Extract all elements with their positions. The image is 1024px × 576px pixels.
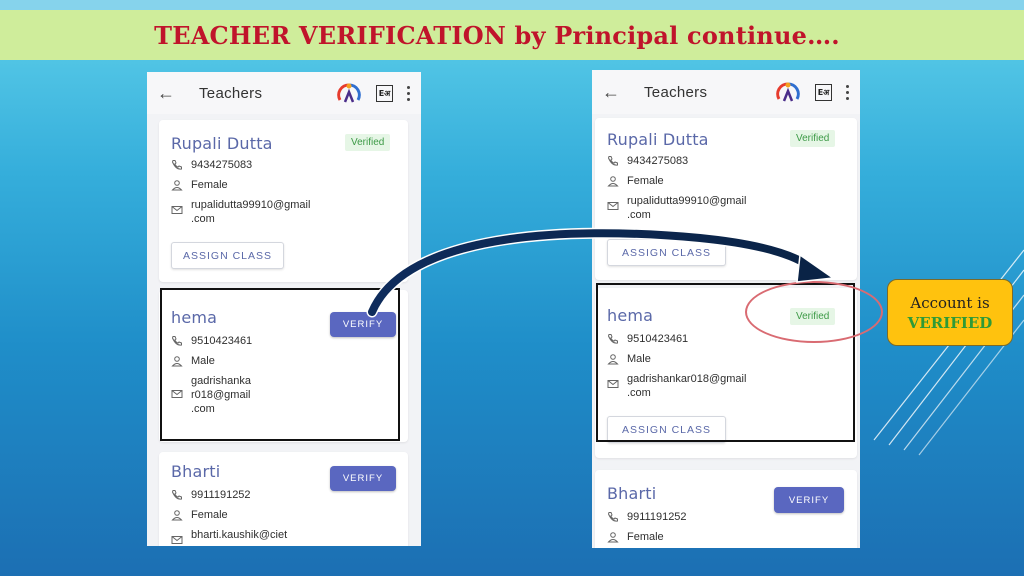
gender: Female [191,179,228,191]
phone-number: 9911191252 [191,489,251,501]
mail-icon [171,206,183,214]
phone-icon [171,490,182,500]
teacher-name: Rupali Dutta [171,134,273,153]
email-row: bharti.kaushik@ciet [171,528,287,546]
gender-row: Female [607,174,664,188]
person-icon [171,510,183,521]
assign-class-button[interactable]: ASSIGN CLASS [607,239,726,266]
verified-badge: Verified [790,130,836,147]
phone-number: 9911191252 [627,511,687,523]
person-icon [607,532,619,543]
app-bar: ← Teachers Eअ [592,70,860,114]
top-strip [0,0,1024,10]
teacher-card: Bharti VERIFY 9911191252 Female bharti.k… [159,452,408,546]
phone-icon [607,156,618,166]
decorative-lines [873,249,1024,456]
phone-row: 9434275083 [607,154,688,168]
callout-line1: Account is [910,293,990,312]
phone-row: 9911191252 [607,510,687,524]
more-options-icon[interactable] [842,84,852,100]
slide-banner: TEACHER VERIFICATION by Principal contin… [0,10,1024,60]
gender: Female [191,509,228,521]
phone-number: 9434275083 [191,159,253,171]
verified-highlight-oval [745,281,883,343]
app-bar-title: Teachers [644,83,708,101]
slide-title: TEACHER VERIFICATION by Principal contin… [154,20,840,50]
email-row: rupalidutta99910@gmail .com [171,198,310,226]
callout-line2: VERIFIED [907,313,993,332]
email: rupalidutta99910@gmail .com [191,199,311,225]
language-toggle-icon[interactable]: Eअ [376,84,393,102]
back-arrow-icon[interactable]: ← [602,81,624,103]
teacher-card: Rupali Dutta Verified 9434275083 Female … [595,118,857,280]
more-options-icon[interactable] [403,85,413,101]
teacher-card: Bharti VERIFY 9911191252 Female [595,470,857,548]
email: rupalidutta99910@gmail .com [627,195,747,221]
app-bar: ← Teachers Eअ [147,72,421,114]
assign-class-button[interactable]: ASSIGN CLASS [171,242,284,269]
email-row: rupalidutta99910@gmail .com [607,194,746,222]
verify-button[interactable]: VERIFY [330,466,396,491]
teacher-name: Rupali Dutta [607,130,709,149]
gender-row: Female [607,530,664,544]
gender: Female [627,531,664,543]
verified-badge: Verified [345,134,391,151]
mail-icon [171,536,183,544]
phone-row: 9434275083 [171,158,252,172]
gender: Female [627,175,664,187]
language-toggle-icon[interactable]: Eअ [815,83,832,101]
teacher-name: Bharti [171,462,221,481]
person-icon [607,176,619,187]
person-icon [171,180,183,191]
highlight-box-before [160,288,400,441]
accessibility-logo-icon [776,82,800,102]
gender-row: Female [171,178,228,192]
accessibility-logo-icon [337,83,361,103]
back-arrow-icon[interactable]: ← [157,82,179,104]
email: bharti.kaushik@ciet [191,529,288,541]
app-bar-title: Teachers [199,84,263,102]
mail-icon [607,202,619,210]
phone-icon [171,160,182,170]
teacher-card: Rupali Dutta Verified 9434275083 Female … [159,120,408,282]
gender-row: Female [171,508,228,522]
account-verified-callout: Account is VERIFIED [887,279,1013,346]
verify-button[interactable]: VERIFY [774,487,844,513]
teacher-name: Bharti [607,484,657,503]
phone-row: 9911191252 [171,488,251,502]
phone-icon [607,512,618,522]
phone-number: 9434275083 [627,155,689,167]
